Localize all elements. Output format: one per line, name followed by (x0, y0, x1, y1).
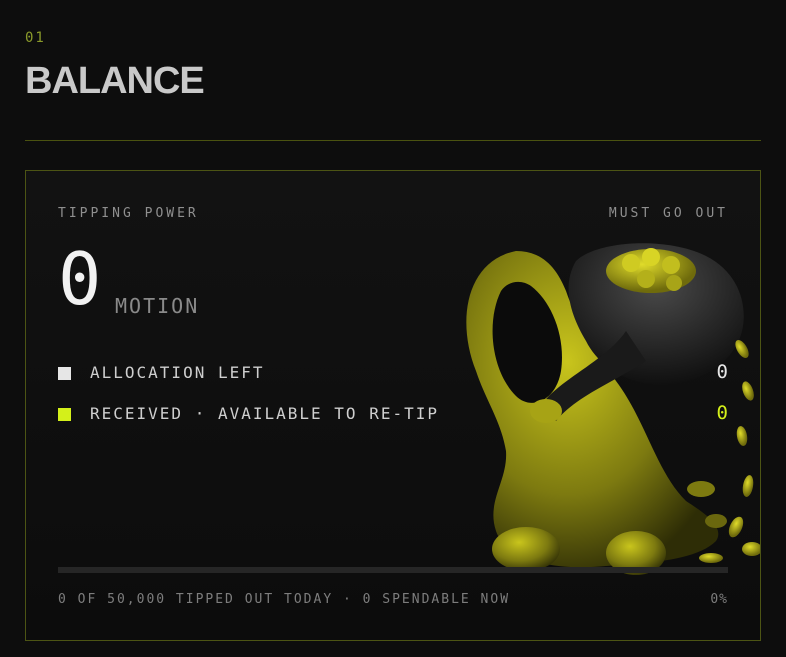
tipping-power-label: TIPPING POWER (58, 206, 199, 221)
allocation-left-label: ALLOCATION LEFT (90, 363, 265, 382)
allocation-left-value: 0 (716, 361, 728, 383)
must-go-out-label: MUST GO OUT (608, 206, 728, 221)
page-title: BALANCE (25, 60, 205, 102)
received-label: RECEIVED · AVAILABLE TO RE-TIP (90, 404, 439, 423)
divider (25, 140, 761, 141)
received-value: 0 (716, 402, 728, 424)
received-row: RECEIVED · AVAILABLE TO RE-TIP 0 (58, 402, 728, 424)
allocation-left-row: ALLOCATION LEFT 0 (58, 361, 728, 383)
received-swatch (58, 408, 71, 421)
tipped-out-progress-bar (58, 567, 728, 573)
tipped-out-summary: 0 OF 50,000 TIPPED OUT TODAY · 0 SPENDAB… (58, 592, 511, 607)
tipping-power-amount: 0 (58, 237, 102, 321)
balance-card: TIPPING POWER MUST GO OUT 0 MOTION ALLOC… (25, 170, 761, 641)
allocation-swatch (58, 367, 71, 380)
section-number: 01 (25, 30, 46, 46)
tipped-out-percent: 0% (710, 592, 728, 607)
currency-unit: MOTION (115, 294, 200, 318)
